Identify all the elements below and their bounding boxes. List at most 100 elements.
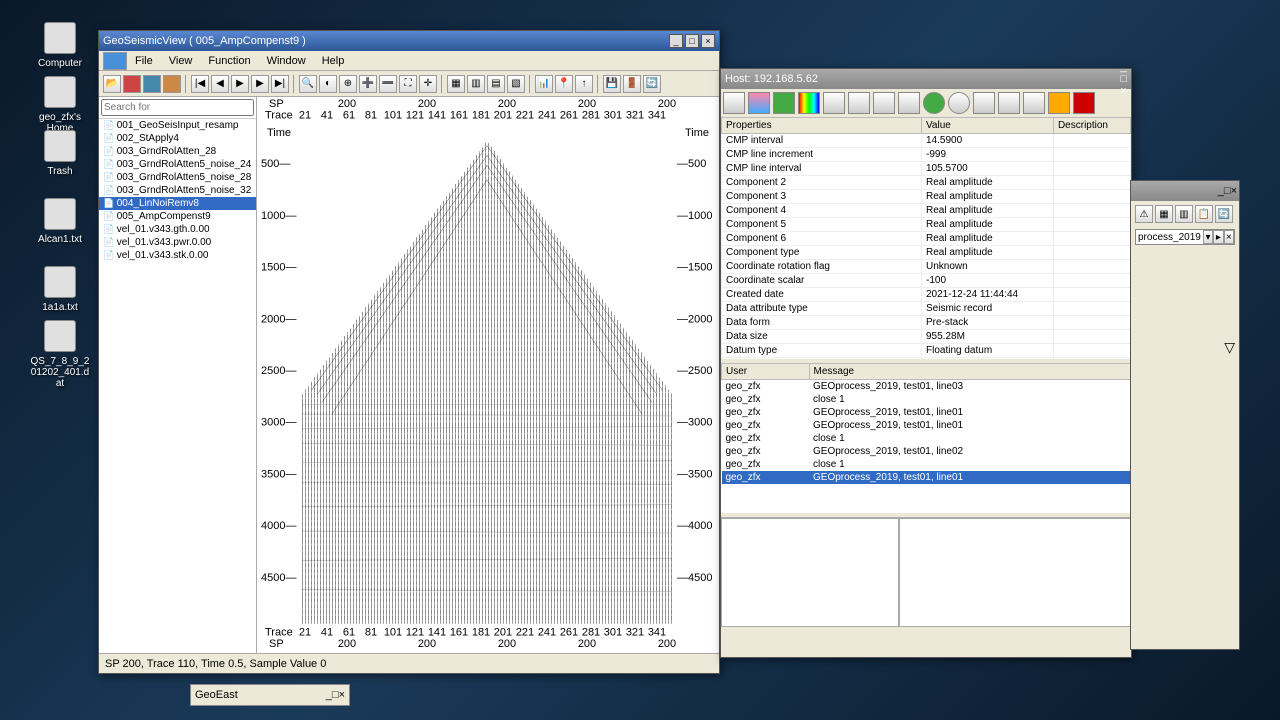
grid3-icon[interactable]: ▤ (487, 75, 505, 93)
desktop-icon[interactable]: 1a1a.txt (30, 266, 90, 313)
desktop-icon[interactable]: geo_zfx's Home (30, 76, 90, 134)
ptool12-icon[interactable] (998, 92, 1020, 114)
export-icon[interactable]: 💾 (603, 75, 621, 93)
pin-icon[interactable]: 📍 (555, 75, 573, 93)
grid2-icon[interactable]: ▥ (467, 75, 485, 93)
file-item[interactable]: 003_GrndRolAtten5_noise_32 (99, 184, 256, 197)
message-row[interactable]: geo_zfxclose 1 (722, 458, 1131, 471)
ptool5-icon[interactable] (823, 92, 845, 114)
message-row[interactable]: geo_zfxclose 1 (722, 432, 1131, 445)
taskbar-item[interactable]: GeoEast _ □ × (190, 684, 350, 706)
side-tool2-icon[interactable]: ▦ (1155, 205, 1173, 223)
prev-icon[interactable]: ◀ (211, 75, 229, 93)
first-icon[interactable]: |◀ (191, 75, 209, 93)
dropdown-btn2-icon[interactable]: ▸ (1213, 230, 1223, 244)
file-item[interactable]: 001_GeoSeisInput_resamp (99, 119, 256, 132)
message-row[interactable]: geo_zfxGEOprocess_2019, test01, line01 (722, 419, 1131, 432)
close-button[interactable]: × (701, 34, 715, 48)
exit-icon[interactable]: 🚪 (623, 75, 641, 93)
message-row[interactable]: geo_zfxGEOprocess_2019, test01, line02 (722, 445, 1131, 458)
play-icon[interactable]: ▶ (231, 75, 249, 93)
message-table[interactable]: UserMessage geo_zfxGEOprocess_2019, test… (721, 363, 1131, 513)
properties-table[interactable]: PropertiesValueDescription CMP interval1… (721, 117, 1131, 359)
side-tool4-icon[interactable]: 📋 (1195, 205, 1213, 223)
ptool13-icon[interactable] (1023, 92, 1045, 114)
file-item[interactable]: vel_01.v343.stk.0.00 (99, 249, 256, 262)
property-row[interactable]: CMP interval14.5900 (722, 134, 1131, 148)
refresh-icon[interactable]: 🔄 (643, 75, 661, 93)
props-minimize-button[interactable]: _ (1120, 61, 1127, 73)
bottom-panel-right[interactable] (899, 518, 1131, 627)
desktop-icon[interactable]: QS_7_8_9_201202_401.dat (30, 320, 90, 389)
property-row[interactable]: Component 5Real amplitude (722, 218, 1131, 232)
message-row[interactable]: geo_zfxGEOprocess_2019, test01, line03 (722, 380, 1131, 394)
column-header[interactable]: User (722, 364, 810, 380)
ptool1-icon[interactable] (723, 92, 745, 114)
property-row[interactable]: Data formPre-stack (722, 316, 1131, 330)
search-input[interactable] (101, 99, 254, 116)
property-row[interactable]: Datum typeFloating datum (722, 344, 1131, 358)
chart-icon[interactable]: 📊 (535, 75, 553, 93)
minimize-button[interactable]: _ (669, 34, 683, 48)
column-header[interactable]: Message (809, 364, 1131, 380)
message-row[interactable]: geo_zfxGEOprocess_2019, test01, line01 (722, 471, 1131, 484)
column-header[interactable]: Description (1053, 118, 1130, 134)
file-item[interactable]: 005_AmpCompenst9 (99, 210, 256, 223)
side-tool5-icon[interactable]: 🔄 (1215, 205, 1233, 223)
crosshair-icon[interactable]: ✛ (419, 75, 437, 93)
column-header[interactable]: Properties (722, 118, 922, 134)
file-list[interactable]: 001_GeoSeisInput_resamp002_StApply4003_G… (99, 119, 256, 653)
file-item[interactable]: 002_StApply4 (99, 132, 256, 145)
zoomin-icon[interactable]: ➕ (359, 75, 377, 93)
ptool7-icon[interactable] (873, 92, 895, 114)
property-row[interactable]: Coordinate rotation flagUnknown (722, 260, 1131, 274)
file-item[interactable]: vel_01.v343.pwr.0.00 (99, 236, 256, 249)
chevron-down-icon[interactable]: ▽ (1224, 339, 1235, 355)
grid1-icon[interactable]: ▦ (447, 75, 465, 93)
property-row[interactable]: DomainTime (722, 358, 1131, 360)
ptool2-icon[interactable] (748, 92, 770, 114)
taskbar-close-icon[interactable]: × (339, 689, 345, 701)
file-item[interactable]: 003_GrndRolAtten5_noise_24 (99, 158, 256, 171)
property-row[interactable]: Component 4Real amplitude (722, 204, 1131, 218)
side-titlebar[interactable]: _ □ × (1131, 181, 1239, 201)
bottom-panel-left[interactable] (721, 518, 899, 627)
desktop-icon[interactable]: Alcan1.txt (30, 198, 90, 245)
desktop-icon[interactable]: Computer (30, 22, 90, 69)
arrow-icon[interactable]: ↑ (575, 75, 593, 93)
property-row[interactable]: Component 2Real amplitude (722, 176, 1131, 190)
ptool8-icon[interactable] (898, 92, 920, 114)
maximize-button[interactable]: □ (685, 34, 699, 48)
message-row[interactable]: geo_zfxclose 1 (722, 393, 1131, 406)
main-titlebar[interactable]: GeoSeismicView ( 005_AmpCompenst9 ) _ □ … (99, 31, 719, 51)
zoom-icon[interactable]: 🔍 (299, 75, 317, 93)
taskbar-maximize-icon[interactable]: □ (332, 689, 339, 701)
props-maximize-button[interactable]: □ (1120, 73, 1127, 85)
tool1-icon[interactable]: ◐ (319, 75, 337, 93)
menu-help[interactable]: Help (314, 53, 353, 69)
ptool9-icon[interactable] (923, 92, 945, 114)
open-icon[interactable]: 📂 (103, 75, 121, 93)
property-row[interactable]: CMP line interval105.5700 (722, 162, 1131, 176)
flag3-icon[interactable] (163, 75, 181, 93)
file-item[interactable]: 003_GrndRolAtten5_noise_28 (99, 171, 256, 184)
flag1-icon[interactable] (123, 75, 141, 93)
fit-icon[interactable]: ⛶ (399, 75, 417, 93)
message-row[interactable]: geo_zfxGEOprocess_2019, test01, line01 (722, 406, 1131, 419)
menu-function[interactable]: Function (200, 53, 258, 69)
file-item[interactable]: 004_LinNoiRemv8 (99, 197, 256, 210)
next-icon[interactable]: ▶ (251, 75, 269, 93)
side-close-button[interactable]: × (1231, 185, 1237, 197)
desktop-icon[interactable]: Trash (30, 130, 90, 177)
file-item[interactable]: 003_GrndRolAtten_28 (99, 145, 256, 158)
ptool-record-icon[interactable] (1073, 92, 1095, 114)
dropdown-btn1-icon[interactable]: ▾ (1203, 230, 1213, 244)
tool2-icon[interactable]: ⊕ (339, 75, 357, 93)
property-row[interactable]: Data attribute typeSeismic record (722, 302, 1131, 316)
side-maximize-button[interactable]: □ (1224, 185, 1231, 197)
side-tool3-icon[interactable]: ▥ (1175, 205, 1193, 223)
property-row[interactable]: CMP line increment-999 (722, 148, 1131, 162)
property-row[interactable]: Created date2021-12-24 11:44:44 (722, 288, 1131, 302)
seismic-display[interactable]: SP Trace Time Time (257, 97, 719, 653)
ptool14-icon[interactable] (1048, 92, 1070, 114)
